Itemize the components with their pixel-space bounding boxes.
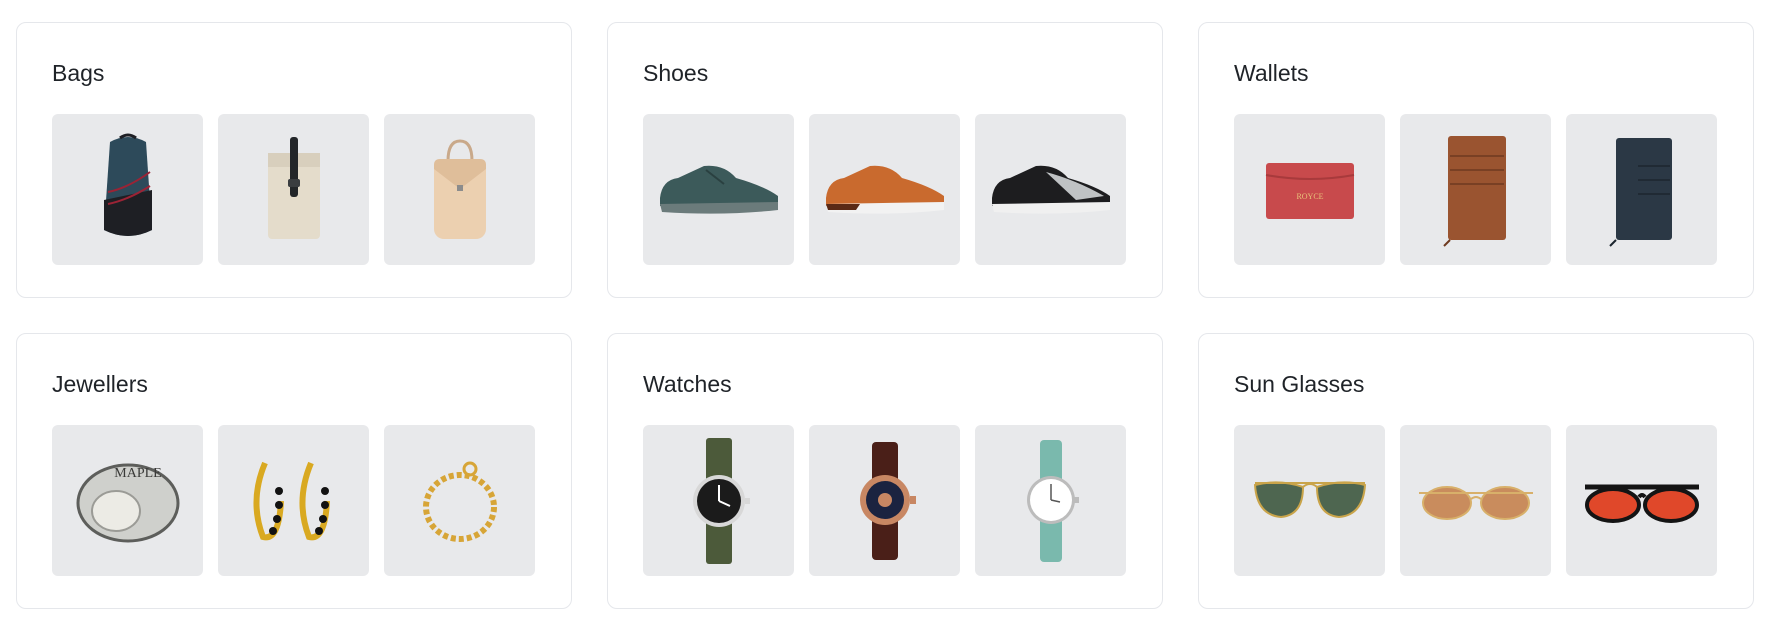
- product-thumbnail[interactable]: [1566, 425, 1717, 576]
- product-thumbnail[interactable]: [809, 114, 960, 265]
- product-thumbnail[interactable]: [643, 114, 794, 265]
- category-card-shoes[interactable]: Shoes: [607, 22, 1163, 298]
- product-thumbnail[interactable]: [218, 425, 369, 576]
- category-card-sunglasses[interactable]: Sun Glasses: [1198, 333, 1754, 609]
- dress-watch-icon: [859, 441, 916, 560]
- category-title: Wallets: [1234, 59, 1309, 86]
- category-title: Jewellers: [52, 370, 148, 397]
- chain-bracelet-icon: [422, 461, 497, 542]
- category-title: Sun Glasses: [1234, 370, 1365, 397]
- thumbnail-row: [643, 425, 1127, 576]
- product-thumbnail[interactable]: [384, 425, 535, 576]
- category-card-jewellers[interactable]: Jewellers MAPLE: [16, 333, 572, 609]
- category-card-bags[interactable]: Bags: [16, 22, 572, 298]
- hoop-earrings-icon: [252, 461, 330, 540]
- product-thumbnail[interactable]: MAPLE: [52, 425, 203, 576]
- thumbnail-row: [52, 114, 536, 265]
- sneaker-icon: [659, 165, 778, 214]
- aviator-sunglasses-icon: [1253, 480, 1366, 518]
- product-thumbnail[interactable]: [52, 114, 203, 265]
- category-card-watches[interactable]: Watches: [607, 333, 1163, 609]
- field-watch-icon: [692, 437, 750, 564]
- category-title: Watches: [643, 370, 732, 397]
- round-sunglasses-icon: [1418, 485, 1533, 520]
- product-thumbnail[interactable]: [1400, 114, 1551, 265]
- thumbnail-row: [643, 114, 1127, 265]
- category-title: Shoes: [643, 59, 709, 86]
- product-thumbnail[interactable]: [643, 425, 794, 576]
- wallet-brand-text: ROYCE: [1296, 192, 1323, 201]
- minimal-watch-icon: [1026, 439, 1079, 562]
- category-card-wallets[interactable]: Wallets ROYCE: [1198, 22, 1754, 298]
- zip-cardholder-icon: [1608, 137, 1672, 247]
- product-thumbnail[interactable]: [218, 114, 369, 265]
- mini-backpack-icon: [433, 138, 486, 239]
- ring-engraving-text: MAPLE: [114, 466, 161, 481]
- signet-ring-icon: MAPLE: [76, 463, 179, 542]
- category-grid: Bags Shoes Wallets ROYCE Jewellers MAPLE…: [16, 22, 1754, 609]
- product-thumbnail[interactable]: [1234, 425, 1385, 576]
- sport-sunglasses-icon: [1584, 484, 1699, 523]
- backpack-icon: [103, 133, 152, 236]
- thumbnail-row: MAPLE: [52, 425, 536, 576]
- category-title: Bags: [52, 59, 105, 86]
- product-thumbnail[interactable]: [975, 425, 1126, 576]
- thumbnail-row: [1234, 425, 1718, 576]
- rolltop-backpack-icon: [267, 136, 320, 239]
- zip-cardholder-icon: [1442, 135, 1506, 247]
- sneaker-icon: [825, 165, 944, 214]
- product-thumbnail[interactable]: [1566, 114, 1717, 265]
- cardholder-icon: ROYCE: [1265, 162, 1354, 219]
- thumbnail-row: ROYCE: [1234, 114, 1718, 265]
- sneaker-icon: [991, 165, 1110, 214]
- product-thumbnail[interactable]: [1400, 425, 1551, 576]
- product-thumbnail[interactable]: [809, 425, 960, 576]
- product-thumbnail[interactable]: ROYCE: [1234, 114, 1385, 265]
- product-thumbnail[interactable]: [975, 114, 1126, 265]
- product-thumbnail[interactable]: [384, 114, 535, 265]
